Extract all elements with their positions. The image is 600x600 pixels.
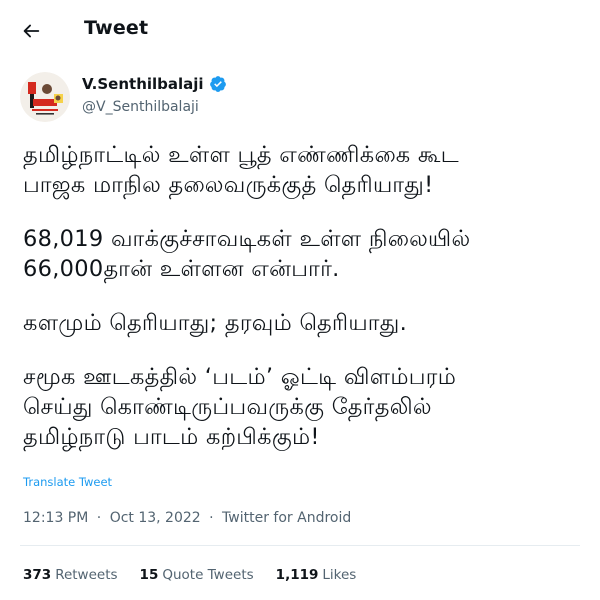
quote-tweets-count: 15 [139, 567, 159, 583]
tweet-text: தமிழ்நாட்டில் உள்ள பூத் எண்ணிக்கை கூட பா… [23, 140, 583, 476]
quote-tweets-label: Quote Tweets [162, 567, 254, 583]
tweet-paragraph: சமூக ஊடகத்தில் ‘படம்’ ஓட்டி விளம்பரம் செ… [23, 364, 457, 450]
quote-tweets-stat[interactable]: 15 Quote Tweets [140, 567, 254, 583]
tweet-metadata: 12:13 PM · Oct 13, 2022 · Twitter for An… [23, 510, 351, 526]
retweets-count: 373 [23, 567, 52, 583]
separator-dot: · [209, 510, 214, 526]
tweet-paragraph: 68,019 வாக்குச்சாவடிகள் உள்ள நிலையில் 66… [23, 226, 471, 282]
tweet-paragraph: தமிழ்நாட்டில் உள்ள பூத் எண்ணிக்கை கூட பா… [23, 142, 460, 198]
tweet-time[interactable]: 12:13 PM [23, 510, 88, 526]
separator-dot: · [96, 510, 102, 526]
verified-badge-icon [209, 76, 226, 92]
retweets-label: Retweets [55, 567, 118, 583]
tweet-date[interactable]: Oct 13, 2022 [110, 510, 201, 526]
retweets-stat[interactable]: 373 Retweets [23, 567, 118, 583]
back-arrow-icon[interactable] [20, 20, 42, 42]
likes-stat[interactable]: 1,119 Likes [276, 567, 357, 583]
author-handle[interactable]: @V_Senthilbalaji [82, 99, 199, 115]
tweet-source[interactable]: Twitter for Android [222, 510, 351, 526]
tweet-paragraph: களமும் தெரியாது; தரவும் தெரியாது. [23, 310, 408, 336]
translate-tweet-link[interactable]: Translate Tweet [23, 475, 112, 489]
page-title: Tweet [84, 17, 149, 39]
avatar-image [20, 72, 70, 122]
divider [20, 545, 580, 546]
author-name[interactable]: V.Senthilbalaji [82, 75, 204, 93]
likes-label: Likes [322, 567, 357, 583]
author-name-line[interactable]: V.Senthilbalaji [82, 75, 227, 93]
avatar[interactable] [20, 72, 70, 122]
engagement-stats: 373 Retweets 15 Quote Tweets 1,119 Likes [23, 567, 378, 583]
tweet-header: Tweet [0, 0, 600, 60]
likes-count: 1,119 [275, 567, 319, 583]
